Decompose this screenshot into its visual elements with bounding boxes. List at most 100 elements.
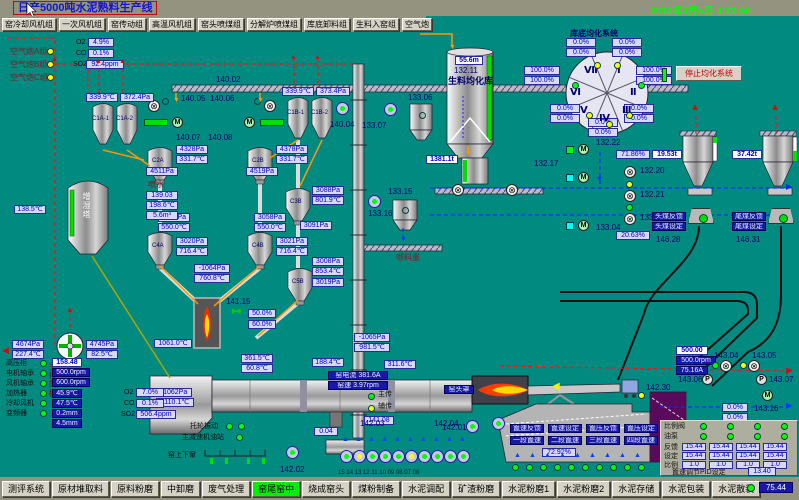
airgun-b-label: 空气炮B组 bbox=[10, 61, 47, 69]
calciner-coal-weighfeeder[interactable] bbox=[768, 208, 794, 224]
crusher-speed-sp: 500.00 bbox=[676, 346, 708, 355]
cooler-inlet-fan[interactable] bbox=[492, 417, 505, 430]
top-button-4[interactable]: 窑头喷煤组 bbox=[198, 18, 244, 31]
cooler-fan-led bbox=[540, 464, 547, 471]
bottom-button-10[interactable]: 水泥粉磨1 bbox=[502, 481, 555, 497]
bottom-button-1[interactable]: 原材堆取料 bbox=[52, 481, 109, 497]
burner-trolley-led bbox=[638, 392, 645, 399]
kiln-shell-temp-2: 188.4℃ bbox=[312, 358, 344, 367]
homog-tl-1: 0.0% bbox=[566, 38, 596, 47]
rotary-valve-132-20[interactable]: ⊗ bbox=[624, 166, 636, 178]
arrestor-1: ▲ bbox=[690, 103, 700, 113]
shell-cooling-fan[interactable] bbox=[392, 450, 405, 463]
head-coal-weighfeeder[interactable] bbox=[688, 208, 714, 224]
cooler-fan-led bbox=[610, 464, 617, 471]
tag-140-06: 140.06 bbox=[210, 95, 234, 103]
roller-vibration-label: 托轮振动 bbox=[190, 423, 218, 430]
feed-motor-a[interactable]: M bbox=[172, 117, 183, 128]
silo-feeder-1[interactable]: ⊗ bbox=[452, 184, 464, 196]
shell-air-arrow: ▲ bbox=[433, 436, 440, 443]
riser-valve[interactable]: ▶◀ bbox=[232, 308, 239, 315]
homog-sector-2: Ⅱ bbox=[630, 88, 637, 98]
bottom-button-7[interactable]: 煤粉制备 bbox=[352, 481, 400, 497]
cyclone-c4a-label: C4A bbox=[152, 243, 164, 249]
clinker-conveyor-motor[interactable]: M bbox=[762, 390, 773, 401]
top-button-0[interactable]: 窑冷却风机组 bbox=[2, 18, 56, 31]
top-button-1[interactable]: 一次风机组 bbox=[59, 18, 105, 31]
shell-cooling-fan[interactable] bbox=[340, 450, 353, 463]
shell-cooling-fan[interactable] bbox=[366, 450, 379, 463]
gas1-co-label: CO bbox=[76, 50, 87, 57]
idfan-value-5: 47.5℃ bbox=[52, 399, 82, 408]
shell-air-arrow: ▲ bbox=[394, 436, 401, 443]
bottom-button-4[interactable]: 废气处理 bbox=[202, 481, 250, 497]
rotary-valve-133-02[interactable]: ⊗ bbox=[624, 213, 636, 225]
aux-drive-label: 辅传 bbox=[378, 403, 392, 410]
bottom-button-2[interactable]: 原料粉磨 bbox=[111, 481, 159, 497]
bottom-button-5[interactable]: 窑尾窑中 bbox=[252, 481, 300, 497]
top-button-5[interactable]: 分解炉喷煤组 bbox=[247, 18, 301, 31]
homog-bl-2: 0.0% bbox=[550, 114, 580, 123]
pump-143-06[interactable]: P bbox=[702, 374, 713, 385]
top-button-2[interactable]: 窑传动组 bbox=[108, 18, 146, 31]
fan-133-06[interactable] bbox=[384, 103, 397, 116]
top-button-7[interactable]: 生料入窑组 bbox=[353, 18, 399, 31]
cooler-fan-led bbox=[596, 464, 603, 471]
gas1-o2-value: 4.9% bbox=[88, 38, 114, 47]
homog-led-y2 bbox=[614, 62, 621, 69]
top-button-3[interactable]: 高温风机组 bbox=[149, 18, 195, 31]
c2a-press2: 4511Pa bbox=[146, 167, 178, 176]
transport-motor-3[interactable]: M bbox=[578, 220, 589, 231]
heater-label: 加热器 bbox=[6, 390, 27, 397]
cyclone-c3b-label: C3B bbox=[290, 199, 302, 205]
homog-tr-2: 0.0% bbox=[612, 48, 642, 57]
cooler-air-arrow: ▲ bbox=[544, 452, 551, 459]
mid-a-temp: 550.0℃ bbox=[158, 223, 190, 232]
gas2-so2-value: 506.4ppm bbox=[136, 410, 176, 419]
transport-motor-2[interactable]: M bbox=[578, 172, 589, 183]
idfan-value-4: 45.9℃ bbox=[52, 389, 82, 398]
bottom-button-9[interactable]: 矿渣粉磨 bbox=[452, 481, 500, 497]
shell-cooling-fan[interactable] bbox=[444, 450, 457, 463]
tag-142-01: 142.01 bbox=[442, 424, 466, 432]
main-drive-led bbox=[368, 393, 375, 400]
stop-homog-button[interactable]: 停止均化系统 bbox=[676, 66, 742, 81]
bottom-button-13[interactable]: 水泥包装 bbox=[662, 481, 710, 497]
fan-142-01[interactable] bbox=[466, 420, 479, 433]
rotary-valve-132-21[interactable]: ⊗ bbox=[624, 190, 636, 202]
feed-motor-b[interactable]: M bbox=[244, 117, 255, 128]
bottom-button-11[interactable]: 水泥粉磨2 bbox=[557, 481, 610, 497]
feed-valve-b[interactable]: ⊗ bbox=[264, 100, 276, 112]
grate-feedback-value: 15.44 bbox=[736, 443, 760, 451]
pump-143-07[interactable]: P bbox=[756, 374, 767, 385]
top-button-6[interactable]: 库底卸料组 bbox=[304, 18, 350, 31]
grate-feedback-value: 15.44 bbox=[682, 443, 706, 451]
gas2-co-value: 0.1% bbox=[136, 399, 164, 408]
transport-motor-1[interactable]: M bbox=[578, 144, 589, 155]
bottom-button-6[interactable]: 烧成窑头 bbox=[302, 481, 350, 497]
shell-fan-warn-2[interactable] bbox=[405, 450, 418, 463]
bottom-button-0[interactable]: 测评系统 bbox=[2, 481, 50, 497]
homog-tr-1: 0.0% bbox=[612, 38, 642, 47]
top-button-8[interactable]: 空气炮 bbox=[402, 18, 432, 31]
shell-cooling-fan[interactable] bbox=[431, 450, 444, 463]
riser-valve-fb: 50.0% bbox=[248, 309, 276, 318]
fan-142-02[interactable] bbox=[286, 446, 299, 459]
shell-cooling-fan[interactable] bbox=[457, 450, 470, 463]
tag-143-06: 143.06 bbox=[678, 376, 702, 384]
homog-led-y3 bbox=[586, 112, 593, 119]
riser-press: -1064Pa bbox=[194, 264, 230, 273]
fan-140-04[interactable] bbox=[336, 102, 349, 115]
rotary-valve-143-04[interactable]: ⊗ bbox=[720, 360, 732, 372]
shell-cooling-fan[interactable] bbox=[379, 450, 392, 463]
fan-133-15[interactable] bbox=[368, 195, 381, 208]
gas1-co-value: 0.1% bbox=[88, 49, 114, 58]
shell-fan-warn-1[interactable] bbox=[353, 450, 366, 463]
shell-cooling-fan[interactable] bbox=[418, 450, 431, 463]
bottom-button-3[interactable]: 中卸磨 bbox=[161, 481, 200, 497]
valve-pos-upper: 71.86% bbox=[616, 150, 650, 159]
bottom-button-8[interactable]: 水泥调配 bbox=[402, 481, 450, 497]
bottom-button-12[interactable]: 水泥存储 bbox=[612, 481, 660, 497]
rotary-valve-143-05[interactable]: ⊗ bbox=[748, 360, 760, 372]
silo-feeder-2[interactable]: ⊗ bbox=[506, 184, 518, 196]
